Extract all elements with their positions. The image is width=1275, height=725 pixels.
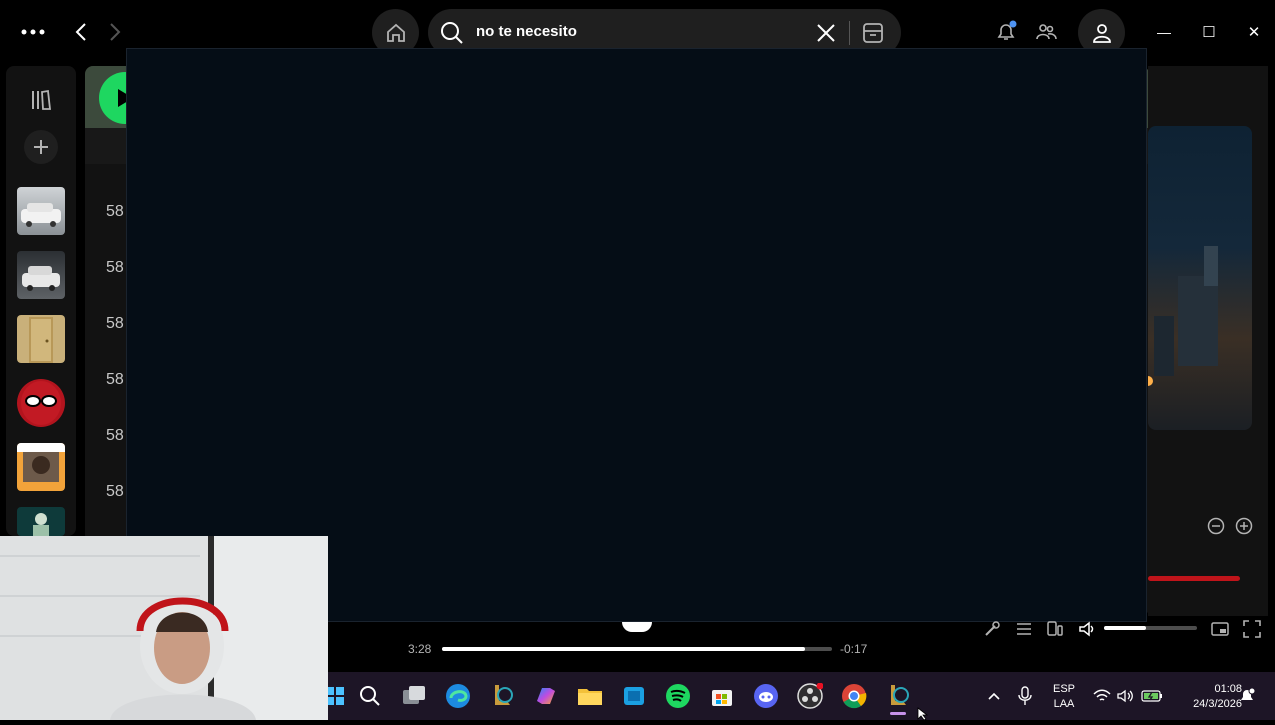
track-play-count: 58 xyxy=(106,203,124,220)
user-icon xyxy=(1092,23,1111,43)
back-arrow-icon[interactable] xyxy=(70,20,92,44)
discord-icon[interactable] xyxy=(751,681,781,711)
artist-thumbnail[interactable] xyxy=(17,379,65,427)
now-playing-artwork xyxy=(1143,126,1252,430)
playlist-thumbnail[interactable] xyxy=(17,187,65,235)
home-icon xyxy=(386,23,405,42)
mini-player-icon[interactable] xyxy=(1211,620,1229,638)
task-view-icon[interactable] xyxy=(399,681,429,711)
now-playing-panel xyxy=(1143,66,1268,616)
windows-icon xyxy=(326,687,344,705)
wifi-icon[interactable] xyxy=(1092,688,1112,704)
more-options-icon[interactable] xyxy=(20,22,46,42)
show-hidden-icons-chevron-icon[interactable] xyxy=(986,688,1002,704)
library-icon[interactable] xyxy=(29,88,53,112)
clock-time: 01:08 xyxy=(1214,683,1242,695)
maximize-button[interactable]: ☐ xyxy=(1197,22,1221,42)
speaker-icon[interactable] xyxy=(1116,688,1136,704)
search-divider xyxy=(849,21,850,45)
active-app-indicator xyxy=(890,712,906,715)
league-of-legends-icon[interactable] xyxy=(883,681,913,711)
plus-icon xyxy=(34,140,48,154)
forward-arrow-icon[interactable] xyxy=(104,20,126,44)
fullscreen-icon[interactable] xyxy=(1243,620,1261,638)
clear-search-icon[interactable] xyxy=(816,23,836,43)
spotify-icon[interactable] xyxy=(663,681,693,711)
battery-charging-icon[interactable] xyxy=(1140,688,1164,704)
league-client-icon[interactable] xyxy=(487,681,517,711)
microphone-karaoke-icon[interactable] xyxy=(983,620,1001,638)
clock-date: 24/3/2026 xyxy=(1193,698,1242,710)
minimize-button[interactable]: — xyxy=(1152,22,1176,42)
search-input[interactable]: no te necesito xyxy=(476,23,577,40)
input-language[interactable]: ESP LAA xyxy=(1048,682,1080,712)
zoom-out-icon[interactable] xyxy=(1206,516,1226,536)
playlist-thumbnail[interactable] xyxy=(17,315,65,363)
playlist-thumbnail[interactable] xyxy=(17,251,65,299)
playlist-thumbnail[interactable] xyxy=(17,443,65,491)
notifications-icon[interactable] xyxy=(994,20,1018,44)
volume-slider-fill xyxy=(1104,626,1146,630)
friend-activity-icon[interactable] xyxy=(1034,20,1058,44)
notification-bell-icon[interactable] xyxy=(1238,687,1256,705)
system-clock[interactable]: 01:08 24/3/2026 xyxy=(1172,682,1242,712)
search-icon xyxy=(441,22,463,44)
playback-progress-bar[interactable] xyxy=(442,647,832,651)
file-explorer-icon[interactable] xyxy=(575,681,605,711)
close-window-button[interactable]: ✕ xyxy=(1242,22,1266,42)
track-play-count: 58 xyxy=(106,259,124,276)
microsoft-store-icon[interactable] xyxy=(707,681,737,711)
remaining-time: -0:17 xyxy=(840,642,868,656)
keyboard-layout: LAA xyxy=(1053,698,1075,710)
track-play-count: 58 xyxy=(106,483,124,500)
track-play-count: 58 xyxy=(106,315,124,332)
copilot-icon[interactable] xyxy=(531,681,561,711)
taskbar-search-icon[interactable] xyxy=(355,681,385,711)
browse-icon[interactable] xyxy=(862,22,884,44)
zoom-in-icon[interactable] xyxy=(1234,516,1254,536)
volume-icon[interactable] xyxy=(1078,620,1096,638)
elapsed-time: 3:28 xyxy=(408,642,432,656)
playlist-thumbnail[interactable] xyxy=(17,507,65,536)
mouse-cursor xyxy=(917,707,929,725)
microphone-icon[interactable] xyxy=(1017,686,1033,706)
language-code: ESP xyxy=(1052,683,1075,695)
edge-icon[interactable] xyxy=(443,681,473,711)
webcam-feed xyxy=(0,536,328,720)
obs-icon[interactable] xyxy=(795,681,825,711)
panel-accent-bar xyxy=(1148,576,1240,581)
track-play-count: 58 xyxy=(106,371,124,388)
playback-progress-fill xyxy=(442,647,805,651)
create-playlist-button[interactable] xyxy=(24,130,58,164)
connect-device-icon[interactable] xyxy=(1046,620,1064,638)
store-app-icon[interactable] xyxy=(619,681,649,711)
track-play-count: 58 xyxy=(106,427,124,444)
queue-icon[interactable] xyxy=(1015,620,1033,638)
chrome-icon[interactable] xyxy=(839,681,869,711)
volume-slider[interactable] xyxy=(1104,626,1197,630)
